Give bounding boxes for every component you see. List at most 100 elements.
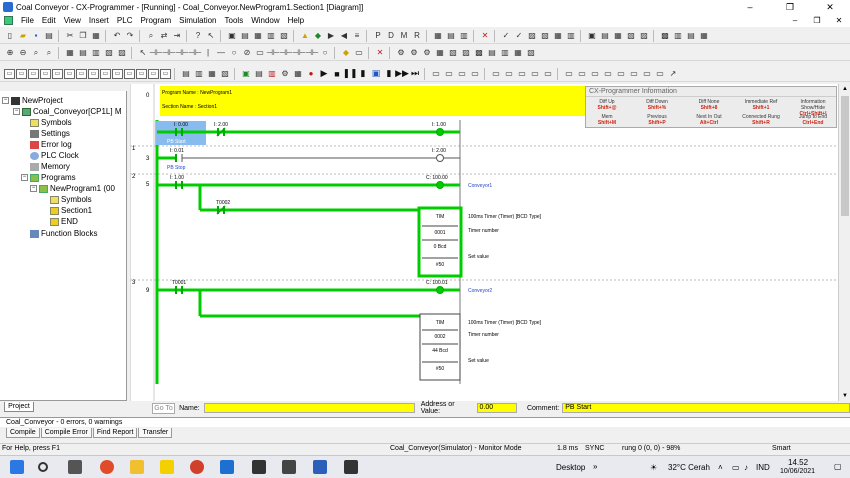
rung-icon[interactable]: ▧	[539, 30, 551, 42]
compile-all-icon[interactable]: ✓	[513, 30, 525, 42]
tab-find-report[interactable]: Find Report	[92, 428, 138, 438]
diagram-vertical-scrollbar[interactable]: ▲ ▼	[838, 84, 850, 401]
mnemonic-icon[interactable]: ▤	[685, 30, 697, 42]
maximize-button[interactable]: ❐	[770, 0, 810, 14]
sim-io7-icon[interactable]: ▭	[516, 68, 528, 80]
address-field[interactable]: 0.00	[476, 403, 517, 413]
menu-file[interactable]: File	[17, 16, 38, 25]
print-icon[interactable]: ▤	[43, 30, 55, 42]
name-field[interactable]	[203, 403, 415, 413]
menu-edit[interactable]: Edit	[38, 16, 60, 25]
collapse-icon[interactable]: −	[13, 108, 20, 115]
new-pt-contact-icon[interactable]: ⊣⊢	[266, 47, 280, 59]
reset-icon[interactable]: ▤	[486, 47, 498, 59]
debug-mode-icon[interactable]: D	[385, 30, 397, 42]
tree-item-memory[interactable]: Memory	[30, 161, 70, 172]
symbol-table-icon[interactable]: ▤	[239, 30, 251, 42]
program-mode-icon[interactable]: P	[372, 30, 384, 42]
coil-icon[interactable]	[436, 181, 444, 189]
sim-io15-icon[interactable]: ▭	[628, 68, 640, 80]
data-trace-icon[interactable]: ▦	[512, 47, 524, 59]
force-off-icon[interactable]: ▧	[447, 47, 459, 59]
sim-io17-icon[interactable]: ▭	[654, 68, 666, 80]
sim-tool-13-icon[interactable]: ▭	[148, 68, 159, 79]
copy-icon[interactable]: ❐	[77, 30, 89, 42]
sim-io11-icon[interactable]: ▭	[576, 68, 588, 80]
tab-transfer[interactable]: Transfer	[138, 428, 173, 438]
new-or-contact-icon[interactable]: ⊣⊢	[175, 47, 189, 59]
tray-expand-icon[interactable]: ˄	[718, 463, 723, 472]
undo-icon[interactable]: ↶	[111, 30, 123, 42]
pause-icon[interactable]: ❚❚	[342, 68, 357, 80]
language-indicator[interactable]: IND	[756, 463, 770, 472]
watch-window-icon[interactable]: ▦	[252, 30, 264, 42]
sim-tool-16-icon[interactable]: ▥	[193, 68, 205, 80]
sim-io2-icon[interactable]: ▭	[443, 68, 455, 80]
transfer-online-edit-icon[interactable]: ⚙	[421, 47, 433, 59]
monitor-icon[interactable]: ◆	[312, 30, 324, 42]
doc-restore-button[interactable]: ❐	[806, 16, 828, 25]
window-tile-icon[interactable]: ▥	[565, 30, 577, 42]
sim-io3-icon[interactable]: ▭	[456, 68, 468, 80]
set-icon[interactable]: ▩	[473, 47, 485, 59]
cx-programmer-taskbar-icon[interactable]	[252, 460, 266, 474]
notification-icon[interactable]: ▢	[834, 462, 842, 471]
collapse-icon[interactable]: −	[21, 174, 28, 181]
tab-compile-error[interactable]: Compile Error	[40, 428, 92, 438]
delete-icon[interactable]: ✕	[374, 47, 386, 59]
task-view-icon[interactable]	[68, 460, 82, 474]
menu-tools[interactable]: Tools	[221, 16, 248, 25]
tree-item-program-symbols[interactable]: Symbols	[50, 194, 92, 205]
scroll-up-icon[interactable]: ▲	[839, 84, 850, 94]
doc-close-button[interactable]: ✕	[828, 16, 850, 25]
sim-io4-icon[interactable]: ▭	[469, 68, 481, 80]
clock-date[interactable]: 10/06/2021	[780, 468, 815, 475]
zoom-fit-icon[interactable]: ▣	[586, 30, 598, 42]
zoom-area-icon[interactable]: ⌕	[43, 47, 55, 59]
run-mode-icon[interactable]: R	[411, 30, 423, 42]
step-over-icon[interactable]: ▣	[370, 68, 382, 80]
show-address-icon[interactable]: ▨	[116, 47, 128, 59]
simulator-icon[interactable]	[344, 460, 358, 474]
file-explorer-icon[interactable]	[130, 460, 144, 474]
network-icon[interactable]: ▭	[732, 463, 740, 472]
sim-io14-icon[interactable]: ▭	[615, 68, 627, 80]
step-in-icon[interactable]: ▮	[357, 68, 369, 80]
run-play-icon[interactable]: ▶	[318, 68, 330, 80]
tree-root[interactable]: − NewProject	[2, 95, 63, 106]
coil-icon[interactable]	[436, 154, 444, 162]
sim-tool-15-icon[interactable]: ▤	[180, 68, 192, 80]
tree-item-symbols[interactable]: Symbols	[30, 117, 72, 128]
sim-breakpoint-icon[interactable]: ●	[305, 68, 317, 80]
cross-ref-icon[interactable]: ▥	[265, 30, 277, 42]
paste-icon[interactable]: ▦	[90, 30, 102, 42]
new-horizontal-icon[interactable]: —	[215, 47, 227, 59]
new-vertical-icon[interactable]: |	[202, 47, 214, 59]
doc-minimize-button[interactable]: –	[784, 16, 806, 25]
tree-plc[interactable]: − Coal_Conveyor[CP1L] M	[13, 106, 121, 117]
toggle-view-icon[interactable]: ▦	[552, 30, 564, 42]
sim-tool-2-icon[interactable]: ▭	[16, 68, 27, 79]
menu-window[interactable]: Window	[247, 16, 283, 25]
new-nt-or-icon[interactable]: ⊣⊢	[305, 47, 319, 59]
tree-item-plc-clock[interactable]: PLC Clock	[30, 150, 79, 161]
sim-tool-8-icon[interactable]: ▭	[88, 68, 99, 79]
sim-tool-5-icon[interactable]: ▭	[52, 68, 63, 79]
start-icon[interactable]	[10, 460, 24, 474]
sim-tool-18-icon[interactable]: ▧	[219, 68, 231, 80]
coil-icon[interactable]	[436, 286, 444, 294]
compare-icon[interactable]: ≡	[351, 30, 363, 42]
zoom-out-icon[interactable]: ⊖	[17, 47, 29, 59]
continuous-step-icon[interactable]: ▶▶	[395, 68, 409, 80]
differential-monitor-icon[interactable]: ▥	[499, 47, 511, 59]
tree-item-settings[interactable]: Settings	[30, 128, 70, 139]
error-log-icon[interactable]: ✕	[479, 30, 491, 42]
properties-icon[interactable]: ▣	[226, 30, 238, 42]
new-pt-or-icon[interactable]: ⊣⊢	[292, 47, 306, 59]
minimize-button[interactable]: –	[730, 0, 770, 14]
sim-tool-4-icon[interactable]: ▭	[40, 68, 51, 79]
volume-icon[interactable]: ♪	[744, 463, 748, 472]
new-instruction-icon[interactable]: ▭	[254, 47, 266, 59]
split-icon[interactable]: ▨	[638, 30, 650, 42]
help-icon[interactable]: ?	[192, 30, 204, 42]
